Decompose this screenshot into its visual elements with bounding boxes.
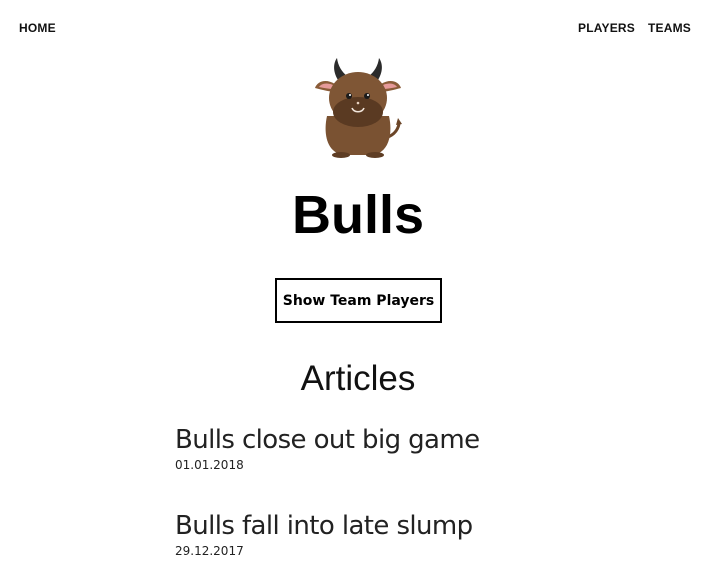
bull-mascot-icon — [305, 54, 411, 160]
article-item: Bulls fall into late slump 29.12.2017 — [175, 509, 635, 559]
nav-players-link[interactable]: PLAYERS — [578, 21, 635, 35]
nav-teams-link[interactable]: TEAMS — [648, 21, 691, 35]
nav-home-link[interactable]: HOME — [19, 21, 56, 35]
articles-heading: Articles — [300, 359, 416, 398]
article-title-link[interactable]: Bulls close out big game — [175, 423, 635, 457]
team-name-heading: Bulls — [291, 185, 425, 245]
top-nav: HOME PLAYERS TEAMS — [0, 0, 716, 56]
article-item: Bulls close out big game 01.01.2018 — [175, 423, 635, 473]
show-team-players-button[interactable]: Show Team Players — [275, 278, 442, 323]
article-date: 01.01.2018 — [175, 458, 244, 472]
article-date: 29.12.2017 — [175, 544, 244, 558]
article-title-link[interactable]: Bulls fall into late slump — [175, 509, 635, 543]
